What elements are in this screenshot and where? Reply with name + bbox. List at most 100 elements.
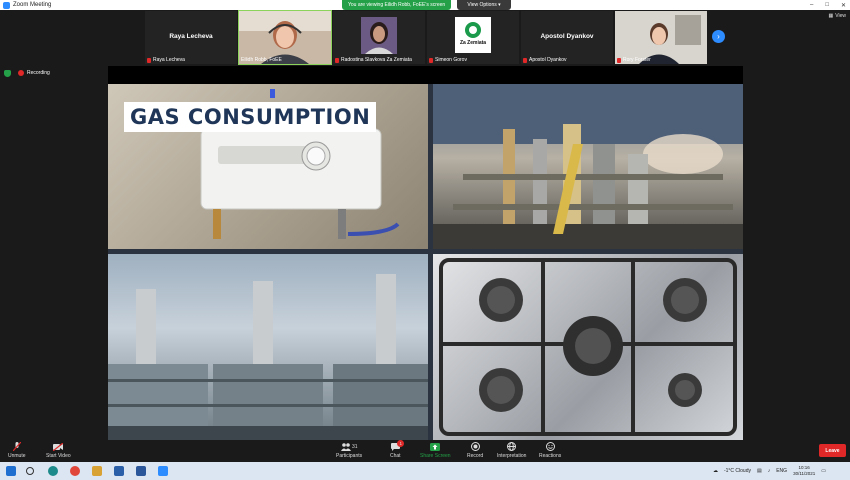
participant-name: Simeon Gorov bbox=[435, 57, 467, 63]
mic-muted-icon bbox=[617, 57, 621, 63]
participant-name: Apostol Dyankov bbox=[529, 57, 567, 63]
participant-tile[interactable]: Rory Forster bbox=[615, 11, 707, 64]
edge-browser-icon[interactable] bbox=[48, 466, 58, 476]
record-label: Record bbox=[467, 453, 484, 459]
record-button[interactable]: Record bbox=[467, 442, 483, 459]
participants-label: Participants bbox=[336, 453, 363, 459]
word-icon[interactable] bbox=[136, 466, 146, 476]
zoom-app-icon bbox=[3, 1, 10, 9]
next-page-arrow-icon[interactable]: › bbox=[712, 30, 725, 43]
interpretation-label: Interpretation bbox=[497, 453, 527, 459]
grid-icon: ▦ bbox=[828, 13, 834, 19]
participant-strip: Raya Lecheva Raya Lecheva Eilidh Robb, F… bbox=[145, 10, 707, 65]
interpretation-button[interactable]: Interpretation bbox=[497, 442, 526, 459]
leave-button[interactable]: Leave bbox=[819, 444, 846, 457]
participant-tile[interactable]: Apostol Dyankov Apostol Dyankov bbox=[521, 11, 613, 64]
slide-title: GAS CONSUMPTION bbox=[124, 102, 377, 132]
participant-label: Rory Forster bbox=[617, 57, 651, 63]
minimize-button[interactable]: – bbox=[810, 2, 813, 8]
chrome-browser-icon[interactable] bbox=[70, 466, 80, 476]
chat-badge: 1 bbox=[397, 440, 405, 447]
mic-muted-icon bbox=[147, 57, 151, 63]
recording-label: Recording bbox=[27, 70, 50, 76]
security-shield-icon[interactable] bbox=[4, 70, 11, 77]
participant-label: Simeon Gorov bbox=[429, 57, 467, 63]
windows-taskbar: ☁ -1°C Cloudy ▤ ♪ ENG 10:16 30/11/2021 ▭ bbox=[0, 462, 850, 480]
viewing-screen-banner: You are viewing Eilidh Robb, FoEE's scre… bbox=[342, 0, 452, 10]
slide-image-gas-heater: GAS CONSUMPTION bbox=[108, 84, 428, 249]
globe-icon bbox=[507, 442, 517, 451]
windows-start-icon[interactable] bbox=[6, 466, 16, 476]
slide-image-gas-stove bbox=[433, 254, 743, 440]
participants-icon: 31 bbox=[338, 442, 360, 451]
weather-icon: ☁ bbox=[712, 468, 718, 474]
slide-image-power-plant bbox=[108, 254, 428, 440]
recording-indicator[interactable]: Recording bbox=[18, 70, 50, 76]
participant-tile[interactable]: Raya Lecheva Raya Lecheva bbox=[145, 11, 237, 64]
participant-tile-active-speaker[interactable]: Eilidh Robb, FoEE bbox=[238, 10, 332, 65]
clock[interactable]: 10:16 30/11/2021 bbox=[793, 465, 815, 477]
search-icon[interactable] bbox=[26, 467, 34, 475]
unmute-label: Unmute bbox=[8, 453, 26, 459]
participant-label: Radostina Slavkova Za Zemiata bbox=[335, 57, 412, 63]
gas-stove-illustration bbox=[439, 258, 737, 436]
chat-icon: 1 bbox=[390, 440, 405, 451]
refinery-illustration bbox=[433, 84, 743, 249]
viewing-banner-text: You are viewing Eilidh Robb, FoEE's scre… bbox=[348, 2, 446, 8]
mic-muted-icon bbox=[335, 57, 339, 63]
view-layout-button[interactable]: ▦ View bbox=[829, 13, 846, 19]
language-indicator[interactable]: ENG bbox=[776, 468, 787, 474]
participant-name: Eilidh Robb, FoEE bbox=[241, 57, 282, 63]
participant-big-name: Apostol Dyankov bbox=[540, 33, 594, 40]
participant-tile[interactable]: Radostina Slavkova Za Zemiata bbox=[333, 11, 425, 64]
maximize-button[interactable]: □ bbox=[825, 2, 829, 8]
participants-button[interactable]: 31 Participants bbox=[336, 442, 362, 459]
participant-tile[interactable]: Za Zemiata Simeon Gorov bbox=[427, 11, 519, 64]
share-screen-icon bbox=[430, 442, 441, 451]
participants-count: 31 bbox=[351, 443, 358, 450]
record-dot-icon bbox=[18, 70, 24, 76]
share-screen-button[interactable]: Share Screen bbox=[420, 442, 451, 459]
meeting-toolbar: Unmute Start Video 31 Participants 1 Cha… bbox=[0, 440, 850, 462]
reactions-label: Reactions bbox=[539, 453, 562, 459]
zoom-taskbar-icon[interactable] bbox=[158, 466, 168, 476]
logo-text: Za Zemiata bbox=[459, 40, 487, 46]
view-label: View bbox=[835, 13, 846, 19]
start-video-label: Start Video bbox=[46, 453, 71, 459]
network-icon[interactable]: ▤ bbox=[757, 468, 762, 474]
slide-content: GAS CONSUMPTION bbox=[108, 84, 743, 440]
window-title: Zoom Meeting bbox=[13, 2, 52, 8]
camera-off-icon bbox=[53, 442, 64, 451]
mic-muted-icon bbox=[429, 57, 433, 63]
unmute-button[interactable]: Unmute bbox=[8, 442, 26, 459]
slide-image-refinery bbox=[433, 84, 743, 249]
participant-label: Apostol Dyankov bbox=[523, 57, 567, 63]
participant-big-name: Raya Lecheva bbox=[169, 33, 213, 40]
app-icon[interactable] bbox=[92, 466, 102, 476]
microphone-muted-icon bbox=[12, 442, 22, 451]
weather-status: -1°C Cloudy bbox=[723, 468, 751, 474]
participant-name: Radostina Slavkova Za Zemiata bbox=[341, 57, 412, 63]
chat-button[interactable]: 1 Chat bbox=[390, 440, 405, 459]
notifications-icon[interactable]: ▭ bbox=[821, 468, 826, 474]
outlook-icon[interactable] bbox=[114, 466, 124, 476]
start-video-button[interactable]: Start Video bbox=[46, 442, 71, 459]
participant-label: Eilidh Robb, FoEE bbox=[241, 57, 282, 63]
share-screen-label: Share Screen bbox=[420, 453, 451, 459]
shared-screen: GAS CONSUMPTION bbox=[108, 66, 743, 440]
participant-name: Rory Forster bbox=[623, 57, 651, 63]
reactions-button[interactable]: Reactions bbox=[539, 442, 561, 459]
power-plant-illustration bbox=[108, 274, 428, 440]
mic-muted-icon bbox=[523, 57, 527, 63]
system-tray: ☁ -1°C Cloudy ▤ ♪ ENG 10:16 30/11/2021 ▭ bbox=[713, 462, 826, 480]
clock-date: 30/11/2021 bbox=[793, 471, 816, 476]
view-options-label: View Options bbox=[467, 2, 497, 8]
window-controls: – □ ✕ bbox=[810, 0, 846, 10]
smiley-icon bbox=[545, 442, 555, 451]
close-button[interactable]: ✕ bbox=[841, 2, 846, 9]
participant-name: Raya Lecheva bbox=[153, 57, 185, 63]
view-options-button[interactable]: View Options ▾ bbox=[457, 0, 511, 10]
volume-icon[interactable]: ♪ bbox=[768, 468, 771, 474]
leave-label: Leave bbox=[825, 447, 840, 454]
participant-label: Raya Lecheva bbox=[147, 57, 185, 63]
